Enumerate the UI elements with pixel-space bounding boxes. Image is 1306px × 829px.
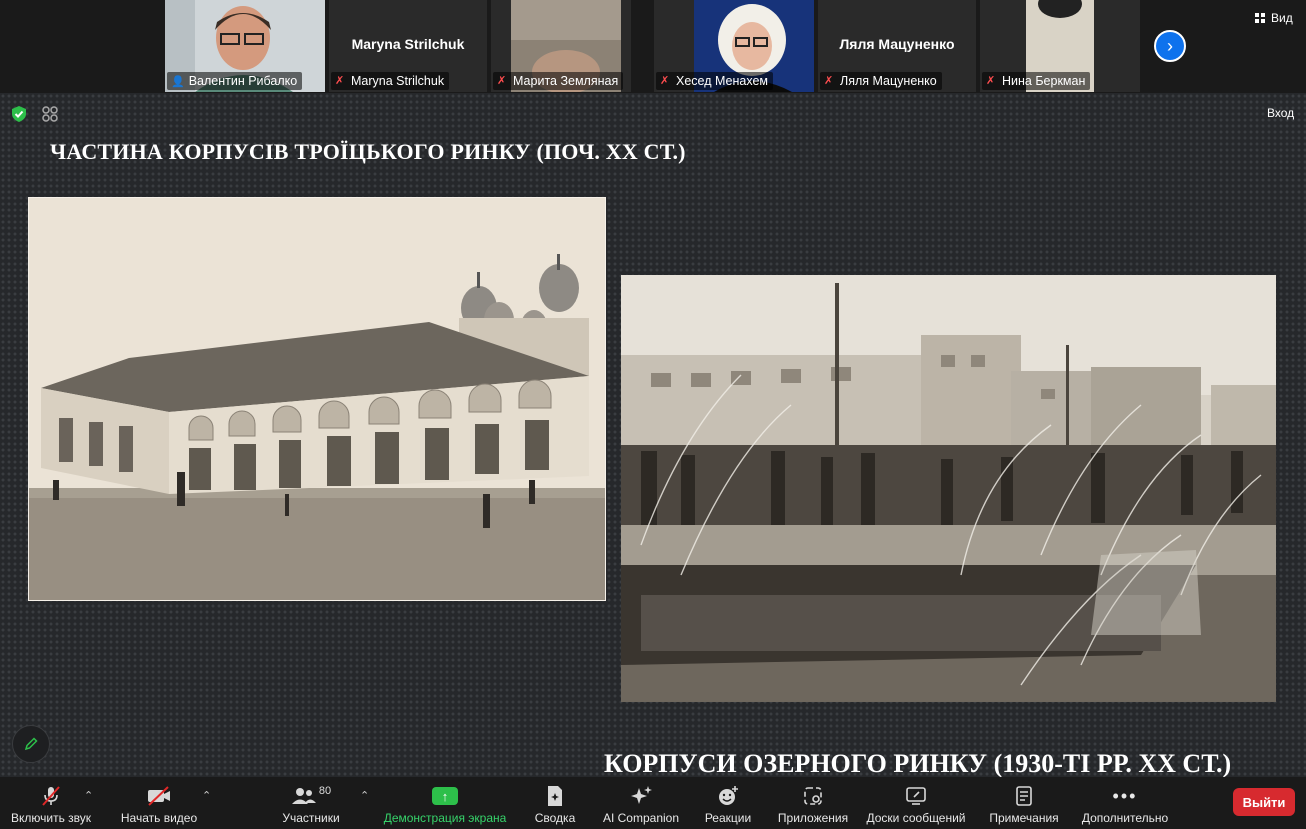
unmute-button[interactable]: Включить звук (8, 781, 94, 827)
participant-name: Валентин Рибалко (188, 74, 298, 88)
start-video-label: Начать видео (120, 811, 198, 825)
view-button[interactable]: Вид (1248, 8, 1299, 28)
notes-icon (1016, 786, 1032, 806)
apps-button[interactable]: Приложения (774, 781, 852, 827)
slide-title-bottom: КОРПУСИ ОЗЕРНОГО РИНКУ (1930-ТІ РР. ХХ С… (604, 749, 1232, 778)
participants-options-caret-icon[interactable]: ⌃ (360, 789, 369, 802)
participants-label: Участники (282, 811, 340, 825)
video-off-icon (148, 786, 170, 806)
participant-label: ✗ Maryna Strilchuk (331, 72, 450, 90)
participants-button[interactable]: 80 Участники (276, 781, 346, 827)
slide-title-top: ЧАСТИНА КОРПУСІВ ТРОЇЦЬКОГО РИНКУ (ПОЧ. … (50, 139, 686, 164)
participants-icon (291, 788, 316, 804)
summary-label: Сводка (534, 811, 576, 825)
participant-tile[interactable]: ✗ Марита Земляная (491, 0, 631, 92)
mic-muted-icon: ✗ (986, 75, 996, 87)
participant-label: ✗ Нина Беркман (982, 72, 1091, 90)
meeting-toolbar: Включить звук ⌃ Начать видео ⌃ 80 Участн… (0, 777, 1306, 829)
more-label: Дополнительно (1081, 811, 1169, 825)
enter-label[interactable]: Вход (1267, 106, 1294, 120)
person-icon: 👤 (171, 75, 185, 88)
sparkle-icon (631, 786, 652, 804)
participant-tile[interactable]: ✗ Хесед Менахем (654, 0, 814, 92)
participant-label: ✗ Хесед Менахем (656, 72, 773, 90)
participant-tile[interactable]: Ляля Мацуненко ✗ Ляля Мацуненко (818, 0, 976, 92)
ozerny-market-photo (621, 275, 1276, 702)
video-options-caret-icon[interactable]: ⌃ (202, 789, 211, 802)
emoji-plus-icon (719, 786, 738, 805)
more-button[interactable]: ••• Дополнительно (1078, 781, 1172, 827)
participant-strip: 👤 Валентин Рибалко Maryna Strilchuk ✗ Ma… (0, 0, 1306, 93)
grid-icon[interactable] (41, 105, 59, 123)
participant-name: Maryna Strilchuk (351, 74, 445, 88)
shield-check-icon[interactable] (10, 105, 28, 123)
participant-name: Нина Беркман (1002, 74, 1086, 88)
participant-label: 👤 Валентин Рибалко (167, 72, 303, 90)
whiteboards-label: Доски сообщений (866, 811, 966, 825)
view-label: Вид (1271, 11, 1293, 25)
reactions-button[interactable]: Реакции (702, 781, 754, 827)
mic-muted-icon: ✗ (335, 75, 345, 87)
mic-muted-icon: ✗ (497, 75, 507, 87)
notes-label: Примечания (989, 811, 1059, 825)
notes-button[interactable]: Примечания (986, 781, 1062, 827)
start-video-button[interactable]: Начать видео (118, 781, 200, 827)
apps-icon (804, 787, 822, 805)
participant-center-name: Maryna Strilchuk (351, 36, 465, 52)
audio-options-caret-icon[interactable]: ⌃ (84, 789, 93, 802)
participant-tile[interactable]: ✗ Нина Беркман (980, 0, 1140, 92)
participant-tile[interactable]: Maryna Strilchuk ✗ Maryna Strilchuk (329, 0, 487, 92)
troitsky-market-photo (28, 197, 606, 601)
whiteboard-icon (906, 787, 926, 805)
share-screen-label: Демонстрация экрана (383, 811, 507, 825)
whiteboards-button[interactable]: Доски сообщений (862, 781, 970, 827)
participants-count: 80 (318, 785, 332, 797)
ai-companion-label: AI Companion (602, 811, 680, 825)
reactions-label: Реакции (704, 811, 752, 825)
ai-companion-button[interactable]: AI Companion (600, 781, 682, 827)
annotate-button[interactable] (12, 725, 50, 763)
mic-muted-icon: ✗ (660, 75, 670, 87)
participant-label: ✗ Марита Земляная (493, 72, 624, 90)
pencil-icon (24, 737, 38, 751)
participant-center-name: Ляля Мацуненко (839, 36, 955, 52)
participant-tile[interactable]: 👤 Валентин Рибалко (165, 0, 325, 92)
market-building-image (29, 198, 605, 600)
next-page-button[interactable]: › (1154, 30, 1186, 62)
summary-icon (548, 786, 562, 806)
participant-label: ✗ Ляля Мацуненко (820, 72, 942, 90)
unmute-label: Включить звук (10, 811, 92, 825)
more-dots-icon: ••• (1112, 785, 1138, 806)
mic-off-icon (42, 786, 60, 806)
shared-screen: Вход ЧАСТИНА КОРПУСІВ ТРОЇЦЬКОГО РИНКУ (… (0, 93, 1306, 778)
mic-muted-icon: ✗ (824, 75, 834, 87)
fountain-square-image (621, 275, 1276, 702)
chevron-right-icon: › (1167, 35, 1173, 56)
leave-button[interactable]: Выйти (1233, 788, 1295, 816)
share-screen-icon: ↑ (432, 787, 458, 805)
apps-label: Приложения (777, 811, 849, 825)
share-screen-button[interactable]: ↑ Демонстрация экрана (382, 781, 508, 827)
summary-button[interactable]: Сводка (530, 781, 580, 827)
participant-name: Марита Земляная (513, 74, 619, 88)
grid-view-icon (1255, 13, 1265, 23)
participant-name: Хесед Менахем (676, 74, 768, 88)
participant-name: Ляля Мацуненко (840, 74, 937, 88)
